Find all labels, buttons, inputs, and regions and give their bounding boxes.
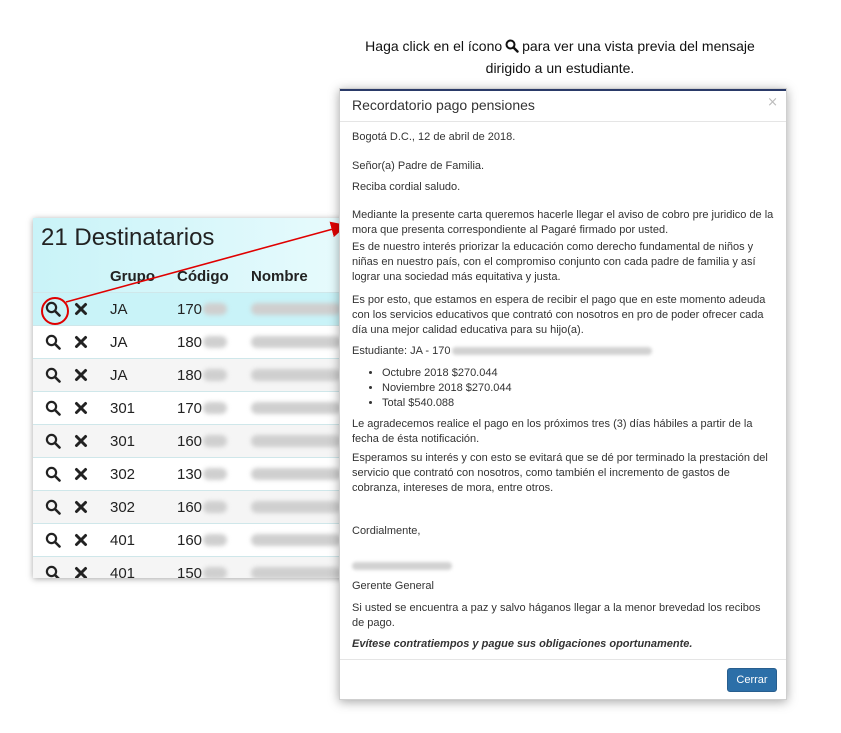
list-item: Total $540.088 <box>382 396 774 411</box>
close-button[interactable]: Cerrar <box>727 668 777 692</box>
letter-paragraph-4: Le agradecemos realice el pago en los pr… <box>352 418 753 445</box>
letter-paragraph-2: Es de nuestro interés priorizar la educa… <box>352 241 756 283</box>
modal-header: Recordatorio pago pensiones × <box>340 89 786 122</box>
letter-paragraph-5: Esperamos su interés y con esto se evita… <box>352 452 768 494</box>
signer-role: Gerente General <box>352 580 434 592</box>
student-label: Estudiante: JA - 170 <box>352 345 451 357</box>
signature-line <box>352 559 774 574</box>
letter-motto: Evítese contratiempos y pague sus obliga… <box>352 638 693 650</box>
close-icon[interactable]: × <box>767 95 778 110</box>
list-item: Noviembre 2018 $270.044 <box>382 381 774 396</box>
modal-title: Recordatorio pago pensiones <box>352 97 535 113</box>
list-item: Octubre 2018 $270.044 <box>382 366 774 381</box>
redacted-signer-name <box>352 562 452 571</box>
letter-date: Bogotá D.C., 12 de abril de 2018. <box>352 131 516 143</box>
student-line: Estudiante: JA - 170 <box>352 344 774 359</box>
letter-salutation: Señor(a) Padre de Familia. <box>352 160 485 172</box>
letter-greeting: Reciba cordial saludo. <box>352 181 461 193</box>
redacted-student-name <box>452 347 653 356</box>
modal-footer: Cerrar <box>340 659 786 700</box>
amount-list: Octubre 2018 $270.044 Noviembre 2018 $27… <box>352 366 774 411</box>
message-preview-modal: Recordatorio pago pensiones × Bogotá D.C… <box>339 88 787 700</box>
letter-paragraph-1: Mediante la presente carta queremos hace… <box>352 209 774 236</box>
letter-paragraph-3: Es por esto, que estamos en espera de re… <box>352 294 766 336</box>
letter-closing: Cordialmente, <box>352 525 421 537</box>
letter-paragraph-6: Si usted se encuentra a paz y salvo hága… <box>352 602 761 629</box>
